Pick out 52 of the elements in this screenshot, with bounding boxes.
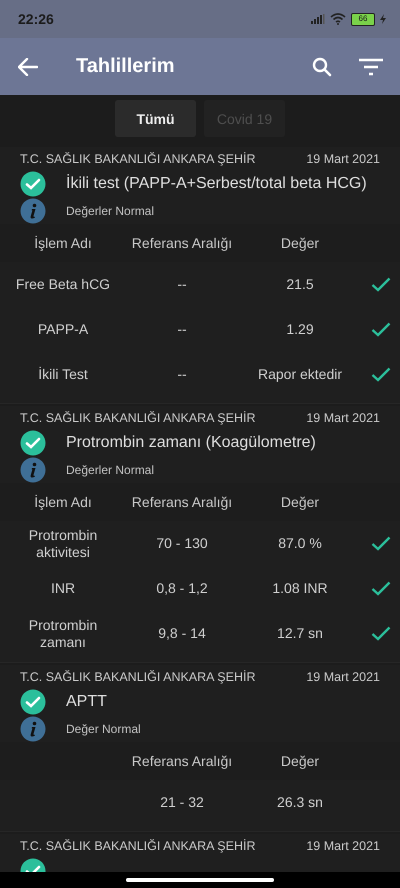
table-cell: İkili Test bbox=[38, 366, 88, 383]
screen-title: Tahlillerim bbox=[76, 55, 176, 78]
result-date: 19 Mart 2021 bbox=[306, 839, 380, 853]
column-header: Referans Aralığı bbox=[132, 494, 232, 510]
table-cell: 1.08 INR bbox=[272, 580, 328, 597]
hospital-name: T.C. SAĞLIK BAKANLIĞI ANKARA ŞEHİR bbox=[20, 411, 256, 425]
table-cell: 87.0 % bbox=[278, 535, 322, 552]
result-date: 19 Mart 2021 bbox=[306, 411, 380, 425]
status-time: 22:26 bbox=[18, 11, 54, 27]
table-cell: 12.7 sn bbox=[277, 625, 323, 642]
test-title: İkili test (PAPP-A+Serbest/total beta HCG) bbox=[66, 175, 367, 193]
column-header: İşlem Adı bbox=[34, 235, 92, 251]
table-cell: 21.5 bbox=[286, 276, 314, 293]
signal-icon bbox=[311, 14, 325, 24]
column-header: Değer bbox=[280, 494, 320, 510]
table-cell: 1.29 bbox=[286, 321, 314, 338]
charging-icon bbox=[380, 14, 386, 24]
table-cell: -- bbox=[177, 276, 187, 293]
column-header: Referans Aralığı bbox=[132, 753, 232, 769]
info-icon[interactable] bbox=[20, 457, 46, 483]
column-header: Referans Aralığı bbox=[132, 235, 232, 251]
table-cell: 26.3 sn bbox=[277, 794, 323, 811]
table-cell-text: Protrombin aktivitesi bbox=[28, 526, 98, 560]
table-cell: 21 - 32 bbox=[160, 794, 204, 811]
table-cell: PAPP-A bbox=[38, 321, 88, 338]
table-cell: 9,8 - 14 bbox=[158, 625, 206, 642]
result-date: 19 Mart 2021 bbox=[306, 670, 380, 684]
battery-level: 66 bbox=[358, 15, 368, 23]
status-text: Değerler Normal bbox=[66, 463, 154, 477]
hospital-name: T.C. SAĞLIK BAKANLIĞI ANKARA ŞEHİR bbox=[20, 152, 256, 166]
table-cell: Rapor ektedir bbox=[258, 366, 342, 383]
table-cell-text: Protrombin zamanı bbox=[28, 616, 98, 650]
result-date: 19 Mart 2021 bbox=[306, 152, 380, 166]
table-cell: 0,8 - 1,2 bbox=[156, 580, 208, 597]
hospital-name: T.C. SAĞLIK BAKANLIĞI ANKARA ŞEHİR bbox=[20, 839, 256, 853]
column-header: Değer bbox=[280, 753, 320, 769]
table-cell: INR bbox=[50, 580, 76, 597]
table-cell: 70 - 130 bbox=[156, 535, 208, 552]
table-cell: -- bbox=[177, 366, 187, 383]
hospital-name: T.C. SAĞLIK BAKANLIĞI ANKARA ŞEHİR bbox=[20, 670, 256, 684]
column-header: Değer bbox=[280, 235, 320, 251]
table-cell: -- bbox=[177, 321, 187, 338]
info-icon[interactable] bbox=[20, 198, 46, 224]
wifi-icon bbox=[330, 13, 346, 25]
filter-tab[interactable]: Tümü bbox=[115, 100, 196, 137]
test-title: APTT bbox=[66, 693, 107, 711]
column-header: İşlem Adı bbox=[34, 494, 92, 510]
status-text: Değer Normal bbox=[66, 722, 141, 736]
info-icon[interactable] bbox=[20, 716, 46, 742]
table-cell: Free Beta hCG bbox=[16, 276, 110, 293]
test-title: Protrombin zamanı (Koagülometre) bbox=[66, 434, 316, 452]
status-text: Değerler Normal bbox=[66, 204, 154, 218]
